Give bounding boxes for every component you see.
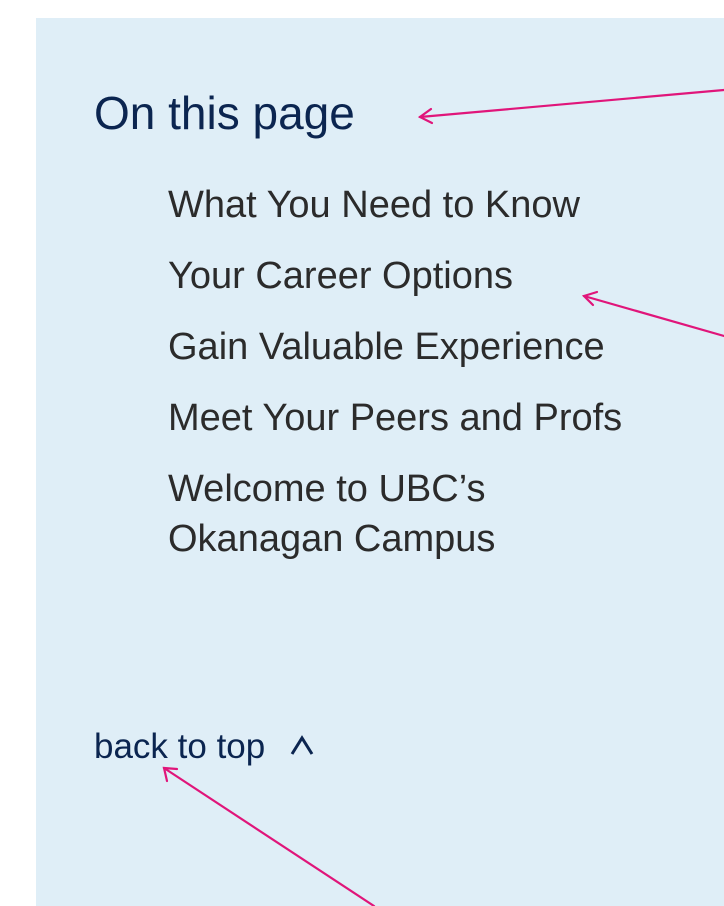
- back-to-top-label: back to top: [94, 727, 266, 766]
- toc-item-welcome-to-okanagan-campus[interactable]: Welcome to UBC’s Okanagan Campus: [168, 464, 588, 564]
- chevron-up-icon: [289, 721, 315, 771]
- toc-item-your-career-options[interactable]: Your Career Options: [168, 251, 622, 301]
- toc-item-what-you-need-to-know[interactable]: What You Need to Know: [168, 180, 622, 230]
- toc-item-meet-your-peers-and-profs[interactable]: Meet Your Peers and Profs: [168, 393, 622, 443]
- toc-nav: What You Need to Know Your Career Option…: [168, 180, 622, 585]
- page-title: On this page: [94, 87, 355, 139]
- toc-item-gain-valuable-experience[interactable]: Gain Valuable Experience: [168, 322, 622, 372]
- back-to-top-link[interactable]: back to top: [94, 722, 315, 774]
